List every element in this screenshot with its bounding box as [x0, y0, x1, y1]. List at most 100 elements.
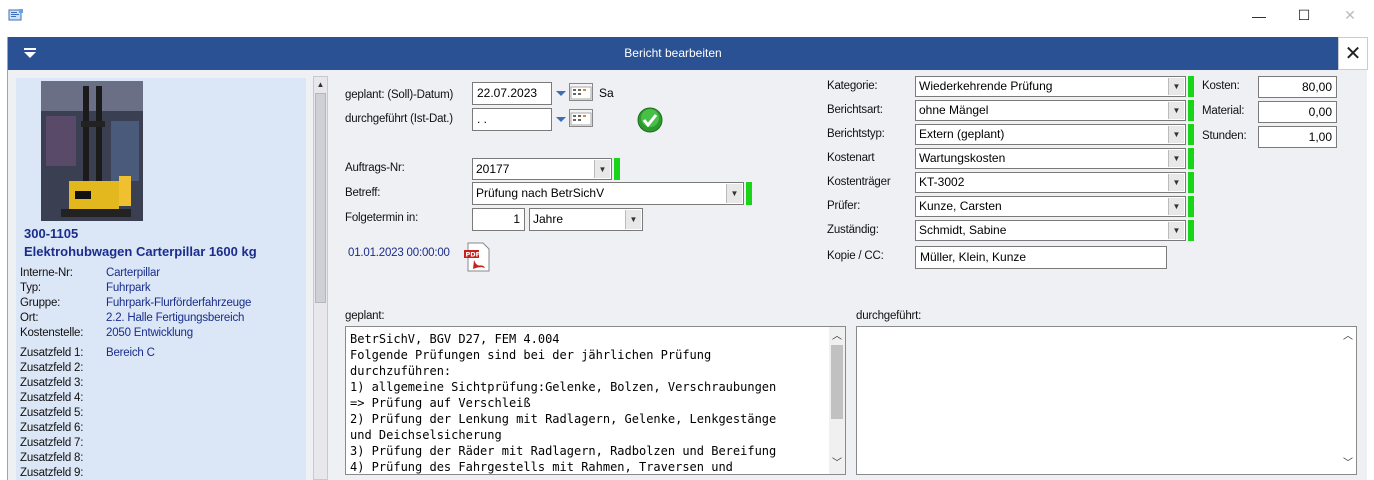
report-kind-select[interactable]: ohne Mängel ▼: [915, 100, 1186, 121]
done-notes-textarea[interactable]: ︿ ﹀: [856, 326, 1357, 475]
chevron-down-icon[interactable]: ▼: [625, 210, 641, 229]
order-select[interactable]: 20177 ▼: [472, 158, 612, 180]
planned-notes-label: geplant:: [345, 310, 385, 322]
detail-value: 2050 Entwicklung: [106, 327, 193, 339]
responsible-status-marker: [1188, 220, 1194, 241]
inspector-select[interactable]: Kunze, Carsten ▼: [915, 196, 1186, 217]
note-line: => Prüfung auf Verschleiß: [350, 396, 531, 410]
material-label: Material:: [1202, 105, 1245, 117]
extra-field-value: Bereich C: [106, 347, 155, 359]
subject-label: Betreff:: [345, 187, 381, 199]
detail-label: Ort:: [20, 312, 39, 324]
chevron-down-icon[interactable]: ▼: [726, 184, 742, 203]
inspector-label: Prüfer:: [827, 200, 861, 212]
category-select[interactable]: Wiederkehrende Prüfung ▼: [915, 76, 1186, 97]
done-date-calendar-icon[interactable]: [569, 109, 593, 127]
minimize-button[interactable]: —: [1236, 0, 1282, 31]
done-date-field[interactable]: . .: [472, 108, 552, 131]
report-type-select[interactable]: Extern (geplant) ▼: [915, 124, 1186, 145]
chevron-down-icon[interactable]: ▼: [1168, 222, 1184, 239]
cc-label: Kopie / CC:: [827, 250, 884, 262]
scroll-down-icon[interactable]: ﹀: [1340, 456, 1356, 472]
status-check-icon: [637, 107, 663, 133]
planned-notes-textarea[interactable]: BetrSichV, BGV D27, FEM 4.004 Folgende P…: [345, 326, 846, 475]
chevron-down-icon[interactable]: ▼: [1168, 150, 1184, 167]
window-close-button[interactable]: ✕: [1327, 0, 1373, 31]
cc-field[interactable]: Müller, Klein, Kunze: [915, 246, 1167, 269]
pdf-icon[interactable]: PDF: [464, 242, 492, 272]
detail-label: Interne-Nr:: [20, 267, 73, 279]
detail-value: Fuhrpark-Flurförderfahrzeuge: [106, 297, 252, 309]
note-line: durchzuführen:: [350, 364, 452, 378]
cost-field[interactable]: 80,00: [1258, 76, 1337, 98]
detail-label: Gruppe:: [20, 297, 61, 309]
asset-photo[interactable]: [41, 81, 143, 221]
done-date-label: durchgeführt (Ist-Dat.): [345, 113, 453, 125]
planned-date-dropdown-icon[interactable]: [556, 87, 566, 97]
extra-field-label: Zusatzfeld 1:: [20, 347, 84, 359]
extra-field-label: Zusatzfeld 5:: [20, 407, 84, 419]
done-notes-label: durchgeführt:: [856, 310, 922, 322]
detail-value: 2.2. Halle Fertigungsbereich: [106, 312, 245, 324]
maximize-button[interactable]: ☐: [1281, 0, 1327, 31]
scroll-up-icon[interactable]: ︿: [829, 329, 845, 345]
order-label: Auftrags-Nr:: [345, 162, 405, 174]
report-kind-label: Berichtsart:: [827, 104, 883, 116]
extra-field-label: Zusatzfeld 3:: [20, 377, 84, 389]
asset-name: Elektrohubwagen Carterpillar 1600 kg: [24, 244, 257, 259]
cost-type-label: Kostenart: [827, 152, 875, 164]
chevron-down-icon[interactable]: ▼: [594, 160, 610, 178]
chevron-down-icon[interactable]: ▼: [1168, 126, 1184, 143]
done-date-dropdown-icon[interactable]: [556, 113, 566, 123]
category-label: Kategorie:: [827, 80, 878, 92]
asset-info-panel: 300-1105 Elektrohubwagen Carterpillar 16…: [16, 78, 306, 480]
planned-notes-scrollbar[interactable]: ︿ ﹀: [829, 327, 845, 474]
report-type-value: Extern (geplant): [919, 127, 1005, 141]
category-value: Wiederkehrende Prüfung: [919, 79, 1053, 93]
next-due-label: Folgetermin in:: [345, 212, 419, 224]
extra-field-label: Zusatzfeld 7:: [20, 437, 84, 449]
cost-unit-status-marker: [1188, 172, 1194, 193]
next-due-count-field[interactable]: 1: [472, 208, 525, 231]
subject-select[interactable]: Prüfung nach BetrSichV ▼: [472, 182, 744, 205]
planned-date-calendar-icon[interactable]: [569, 83, 593, 101]
next-due-unit-select[interactable]: Jahre ▼: [529, 208, 643, 231]
responsible-label: Zuständig:: [827, 224, 879, 236]
panel-scrollbar[interactable]: ▲: [313, 76, 328, 480]
cost-type-value: Wartungskosten: [919, 151, 1006, 165]
subject-value: Prüfung nach BetrSichV: [476, 186, 605, 200]
planned-weekday: Sa: [599, 86, 614, 100]
planned-date-field[interactable]: 22.07.2023: [472, 82, 552, 105]
report-type-status-marker: [1188, 124, 1194, 145]
done-notes-scrollbar[interactable]: ︿ ﹀: [1340, 327, 1356, 474]
scroll-thumb[interactable]: [831, 345, 843, 419]
dialog-title: Bericht bearbeiten: [624, 46, 722, 60]
category-status-marker: [1188, 76, 1194, 97]
extra-field-label: Zusatzfeld 6:: [20, 422, 84, 434]
material-field[interactable]: 0,00: [1258, 101, 1337, 123]
responsible-select[interactable]: Schmidt, Sabine ▼: [915, 220, 1186, 241]
extra-field-label: Zusatzfeld 9:: [20, 467, 84, 479]
extra-field-label: Zusatzfeld 2:: [20, 362, 84, 374]
asset-number: 300-1105: [24, 226, 79, 241]
detail-label: Kostenstelle:: [20, 327, 84, 339]
scroll-down-icon[interactable]: ﹀: [829, 456, 845, 472]
dialog-header: Bericht bearbeiten: [8, 37, 1338, 70]
scroll-thumb[interactable]: [315, 93, 326, 303]
chevron-down-icon[interactable]: ▼: [1168, 174, 1184, 191]
detail-label: Typ:: [20, 282, 41, 294]
cost-type-select[interactable]: Wartungskosten ▼: [915, 148, 1186, 169]
order-status-marker: [614, 158, 620, 180]
report-type-label: Berichtstyp:: [827, 128, 885, 140]
cost-label: Kosten:: [1202, 80, 1240, 92]
chevron-down-icon[interactable]: ▼: [1168, 78, 1184, 95]
dialog-close-button[interactable]: ✕: [1338, 37, 1368, 70]
scroll-up-button[interactable]: ▲: [314, 77, 327, 91]
scroll-up-icon[interactable]: ︿: [1340, 329, 1356, 345]
note-line: 2) Prüfung der Lenkung mit Radlagern, Ge…: [350, 412, 777, 426]
chevron-down-icon[interactable]: ▼: [1168, 198, 1184, 215]
hours-field[interactable]: 1,00: [1258, 126, 1337, 148]
cost-unit-label: Kostenträger: [827, 176, 891, 188]
chevron-down-icon[interactable]: ▼: [1168, 102, 1184, 119]
cost-unit-select[interactable]: KT-3002 ▼: [915, 172, 1186, 193]
